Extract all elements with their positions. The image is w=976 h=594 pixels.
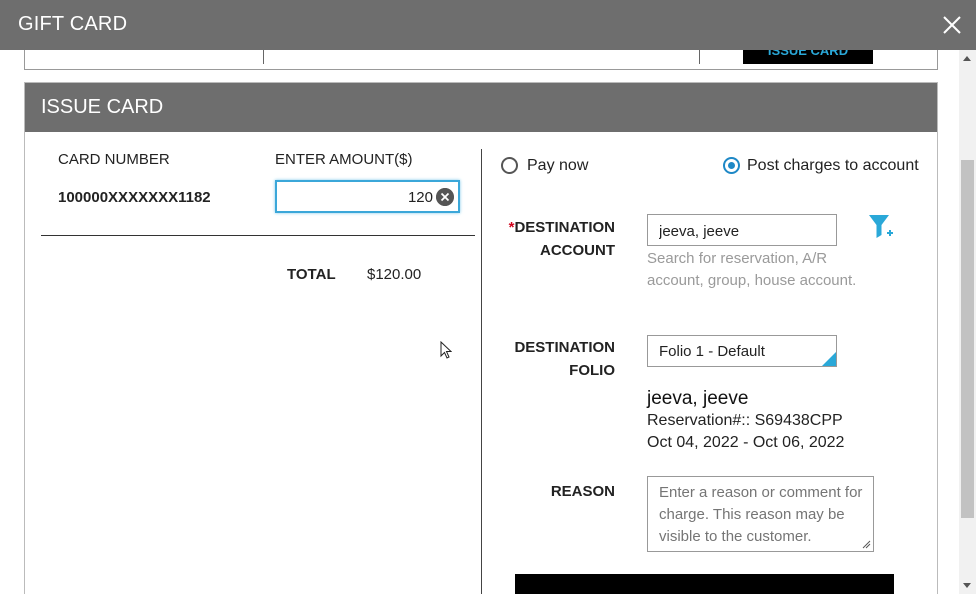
card-number-header: CARD NUMBER	[58, 151, 170, 168]
scrollbar-thumb[interactable]	[961, 160, 974, 518]
guest-name: jeeva, jeeve	[647, 388, 749, 409]
amount-input-wrapper[interactable]	[275, 180, 460, 213]
card-number-value: 100000XXXXXXX1182	[58, 189, 211, 206]
destination-folio-value: Folio 1 - Default	[659, 343, 765, 360]
vertical-scrollbar[interactable]	[959, 50, 976, 594]
destination-account-field[interactable]	[647, 214, 837, 246]
add-charge-button[interactable]: ADD CHARGE	[515, 574, 894, 594]
reason-label: REASON	[550, 483, 615, 500]
panel-title: ISSUE CARD	[41, 96, 164, 118]
dropdown-corner-icon	[822, 352, 836, 366]
destination-account-label: *DESTINATION ACCOUNT	[508, 219, 615, 259]
dialog-title: GIFT CARD	[18, 13, 128, 35]
destination-account-input[interactable]	[659, 221, 829, 241]
resize-grip-icon[interactable]	[861, 539, 871, 549]
mouse-cursor-icon	[440, 341, 452, 359]
total-value: $120.00	[367, 266, 422, 283]
destination-folio-label: DESTINATION FOLIO	[514, 339, 615, 379]
destination-folio-select[interactable]: Folio 1 - Default	[647, 335, 837, 367]
pay-now-radio[interactable]	[501, 157, 518, 174]
issue-card-button[interactable]: ISSUE CARD	[743, 50, 873, 64]
reservation-number: Reservation#:: S69438CPP	[647, 412, 843, 429]
reason-field[interactable]	[647, 476, 874, 552]
post-charges-radio[interactable]	[723, 157, 740, 174]
amount-divider	[41, 235, 475, 236]
panel-header: ISSUE CARD	[25, 83, 937, 132]
reservation-dates: Oct 04, 2022 - Oct 06, 2022	[647, 434, 845, 451]
pay-now-label[interactable]: Pay now	[527, 157, 588, 175]
scroll-down-arrow-icon[interactable]	[963, 583, 971, 588]
scroll-up-arrow-icon[interactable]	[963, 56, 971, 61]
close-icon[interactable]	[942, 15, 962, 35]
destination-account-hint: Search for reservation, A/R account, gro…	[647, 250, 857, 289]
reason-textarea[interactable]	[659, 482, 864, 548]
amount-input[interactable]	[281, 187, 433, 207]
column-divider	[263, 50, 264, 64]
total-label: TOTAL	[287, 266, 336, 283]
issue-card-panel: ISSUE CARD CARD NUMBER ENTER AMOUNT($) 1…	[24, 82, 938, 594]
column-divider	[481, 149, 482, 594]
post-charges-label[interactable]: Post charges to account	[747, 157, 919, 175]
previous-card-section: ISSUE CARD	[24, 50, 938, 70]
column-divider	[699, 50, 700, 64]
filter-plus-icon[interactable]	[867, 213, 895, 241]
clear-input-icon[interactable]	[436, 188, 454, 206]
enter-amount-header: ENTER AMOUNT($)	[275, 151, 413, 168]
dialog-titlebar: GIFT CARD	[0, 0, 976, 50]
